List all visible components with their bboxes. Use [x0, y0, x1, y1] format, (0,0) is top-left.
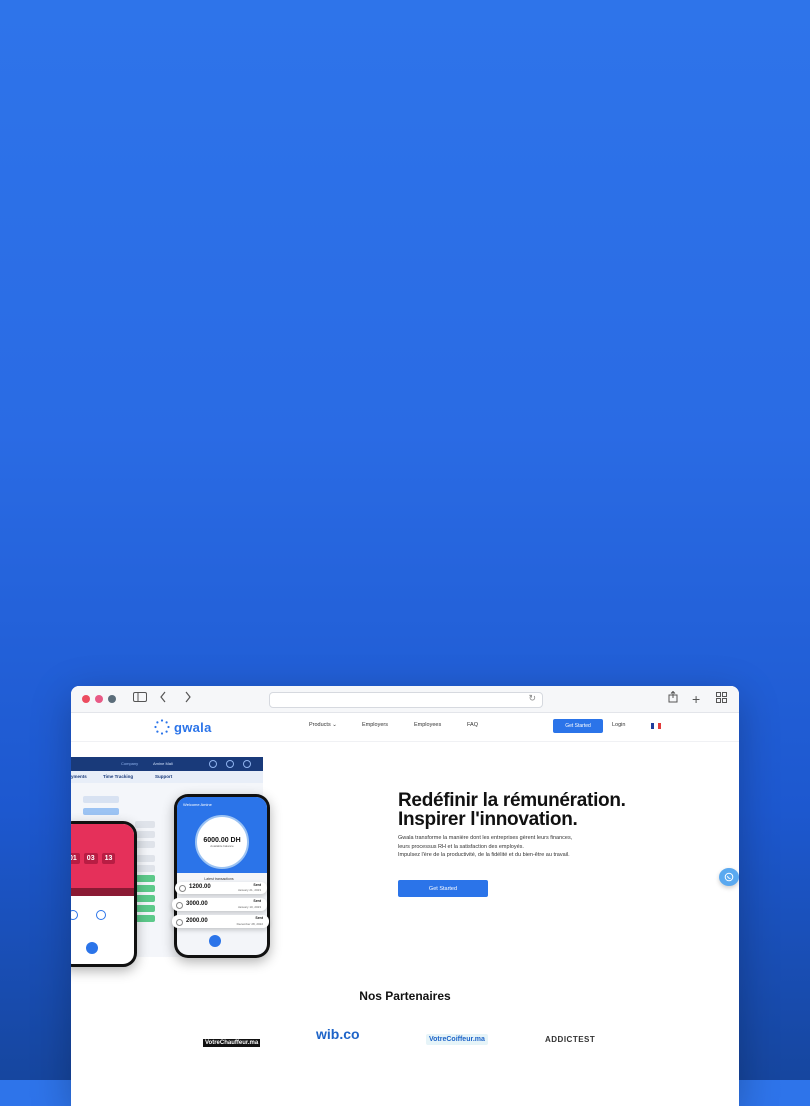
browser-toolbar: ↻ + — [71, 686, 739, 713]
timer-minutes: 03 — [83, 853, 98, 864]
nav-products[interactable]: Products ⌄ — [309, 722, 337, 728]
new-tab-icon[interactable]: + — [692, 691, 700, 707]
transaction-date: January 21, 2023 — [237, 888, 261, 892]
balance-amount: 6000.00 DH — [203, 836, 241, 844]
close-window-button[interactable] — [82, 695, 90, 703]
transaction-amount: 3000.00 — [186, 901, 208, 907]
settings-icon — [226, 760, 234, 768]
hero-title-line2: Inspirer l'innovation. — [398, 809, 578, 830]
reload-icon[interactable]: ↻ — [528, 693, 536, 704]
site-header: gwala Products ⌄ Employers Employees FAQ… — [71, 713, 739, 742]
hero-description: Gwala transforme la manière dont les ent… — [398, 834, 648, 860]
nav-faq[interactable]: FAQ — [467, 722, 478, 728]
sidebar-icon[interactable] — [133, 691, 147, 707]
welcome-text: Welcome Amine — [183, 802, 212, 807]
get-started-hero-button[interactable]: Get Started — [398, 880, 488, 897]
dashboard-user: Amine Mali — [153, 761, 173, 766]
balance-label: Available balance — [210, 843, 234, 848]
dashboard-toggles — [135, 821, 157, 931]
notification-icon — [209, 760, 217, 768]
french-flag-icon[interactable] — [651, 723, 661, 729]
whatsapp-icon[interactable] — [719, 868, 739, 886]
phone-balance-preview: Welcome Amine 6000.00 DH Available balan… — [174, 794, 270, 958]
transaction-status: Sent — [253, 899, 261, 903]
balance-panel: Welcome Amine 6000.00 DH Available balan… — [177, 797, 267, 873]
transaction-amount: 1200.00 — [189, 884, 211, 890]
dashboard-tab-support: Support — [155, 774, 173, 779]
address-bar[interactable]: ↻ — [269, 692, 543, 708]
transaction-date: January 10, 2023 — [237, 905, 261, 909]
maximize-window-button[interactable] — [108, 695, 116, 703]
hero-text-line1: Gwala transforme la manière dont les ent… — [398, 835, 573, 841]
dashboard-company: Company — [121, 761, 139, 766]
transaction-amount: 2000.00 — [186, 918, 208, 924]
logo-text: gwala — [174, 719, 212, 735]
transaction-date: December 28, 2022 — [236, 922, 263, 926]
app-home-icon — [209, 935, 221, 947]
balance-circle: 6000.00 DH Available balance — [195, 815, 249, 869]
transaction-card: 2000.00 Sent December 28, 2022 — [172, 915, 269, 928]
browser-window: ↻ + gwala Products ⌄ Employers Employees… — [71, 686, 739, 1106]
share-icon[interactable] — [668, 690, 678, 707]
partner-logo-wibco[interactable]: wib.co — [316, 1026, 360, 1044]
phone-timer-preview: 01 03 13 — [71, 821, 137, 967]
transaction-card: 1200.00 Sent January 21, 2023 — [175, 882, 267, 894]
transaction-card: 3000.00 Sent January 10, 2023 — [172, 898, 267, 911]
timer-panel: 01 03 13 — [71, 824, 134, 888]
partner-logo-addictest[interactable]: ADDICTEST — [545, 1029, 595, 1047]
login-link[interactable]: Login — [612, 722, 625, 728]
chevron-right-icon[interactable] — [184, 691, 192, 707]
gwala-logo-icon — [154, 719, 170, 735]
dashboard-tab-payments: yments — [71, 774, 87, 779]
dashboard-tabs: yments Time Tracking Support — [71, 771, 263, 783]
minimize-window-button[interactable] — [95, 695, 103, 703]
nav-employers[interactable]: Employers — [362, 722, 388, 728]
dashboard-topbar: Company Amine Mali — [71, 757, 263, 771]
transactions-title: Latest transactions — [204, 877, 234, 881]
nav-employees[interactable]: Employees — [414, 722, 441, 728]
dashboard-tab-time-tracking: Time Tracking — [103, 774, 134, 779]
chevron-left-icon[interactable] — [159, 691, 167, 707]
profile-icon — [243, 760, 251, 768]
hero-text-line2: leurs processus RH et la satisfaction de… — [398, 843, 524, 850]
partner-logo-votrecoiffeur[interactable]: VotreCoiffeur.ma — [426, 1028, 488, 1046]
partners-title: Nos Partenaires — [359, 989, 451, 1003]
tab-overview-icon[interactable] — [716, 691, 727, 707]
hero-title: Redéfinir la rémunération. Inspirer l'in… — [398, 791, 626, 829]
timer-hours: 01 — [71, 853, 80, 864]
hero-text-line3: Impulsez l'ère de la productivité, de la… — [398, 852, 570, 858]
gwala-logo[interactable]: gwala — [154, 719, 212, 735]
get-started-nav-button[interactable]: Get Started — [553, 719, 603, 733]
transaction-status: Sent — [255, 916, 263, 920]
app-home-icon — [86, 942, 98, 954]
hero-title-line1: Redéfinir la rémunération. — [398, 790, 626, 811]
partner-logo-votrechauffeur[interactable]: VotreChauffeur.ma — [203, 1031, 261, 1049]
timer-seconds: 13 — [101, 853, 116, 864]
transaction-status: Sent — [253, 883, 261, 887]
